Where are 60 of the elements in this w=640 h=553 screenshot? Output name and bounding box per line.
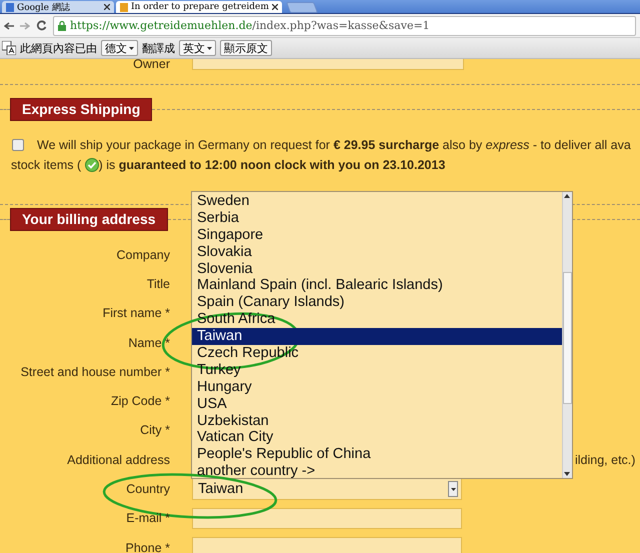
target-language-dropdown[interactable]: 英文: [179, 40, 216, 56]
express-shipping-text: ) is guaranteed to 12:00 noon clock with you on 23.10.2013: [98, 158, 446, 172]
scroll-up-icon[interactable]: [563, 192, 571, 200]
dropdown-option[interactable]: Singapore: [192, 226, 562, 244]
dropdown-option[interactable]: Vatican City: [192, 429, 562, 446]
scrollbar[interactable]: [562, 192, 572, 478]
dropdown-option[interactable]: USA: [192, 396, 562, 413]
lock-icon: [58, 20, 66, 30]
dropdown-option[interactable]: People's Republic of China: [192, 446, 562, 464]
section-heading: Express Shipping: [10, 98, 152, 121]
form-label: First name *: [102, 306, 170, 320]
form-label: Title: [146, 276, 170, 291]
scroll-down-icon[interactable]: [563, 470, 571, 478]
dropdown-option[interactable]: Slovenia: [192, 260, 562, 278]
close-icon[interactable]: [104, 4, 110, 10]
country-select[interactable]: Taiwan: [192, 478, 462, 500]
form-label: Country: [125, 482, 170, 496]
input-field[interactable]: [192, 537, 462, 553]
close-icon[interactable]: [272, 4, 278, 10]
dropdown-option[interactable]: another country ->: [192, 463, 562, 480]
dropdown-option[interactable]: Uzbekistan: [192, 412, 562, 430]
address-bar[interactable]: https://www.getreidemuehlen.de/index.php?was=kasse&save=1: [53, 16, 636, 36]
dropdown-option[interactable]: Slovakia: [192, 244, 562, 261]
form-label: Owner: [132, 59, 170, 70]
translate-joiner: 翻譯成: [142, 42, 175, 56]
section-heading: Your billing address: [10, 208, 168, 231]
translate-icon: [2, 41, 16, 55]
reload-icon[interactable]: [36, 20, 47, 31]
dropdown-option[interactable]: Hungary: [192, 378, 562, 396]
checkmark-icon: [84, 158, 99, 172]
form-label: Zip Code *: [110, 394, 170, 408]
form-label: Street and house number *: [20, 364, 170, 379]
caret-icon: [129, 46, 134, 50]
browser-tab[interactable]: Google 網誌: [2, 1, 114, 13]
form-label: City *: [139, 423, 170, 438]
show-original-button[interactable]: 顯示原文: [220, 40, 272, 56]
country-dropdown-list[interactable]: [191, 191, 573, 479]
express-shipping-text: We will ship your package in Germany on request for € 29.95 surcharge also by express - to deliver all ava: [37, 138, 631, 152]
dropdown-option[interactable]: Mainland Spain (incl. Balearic Islands): [192, 277, 562, 294]
tab-favicon-icon: [120, 2, 128, 12]
dropdown-option[interactable]: Sweden: [192, 193, 562, 210]
browser-tab[interactable]: In order to prepare getreidem: [116, 1, 282, 13]
express-shipping-text: stock items (: [11, 158, 82, 172]
back-arrow-icon[interactable]: [4, 22, 14, 30]
dropdown-option[interactable]: Taiwan: [192, 328, 562, 346]
caret-icon: [450, 488, 456, 491]
express-checkbox[interactable]: [12, 139, 24, 151]
field-hint: ilding, etc.): [575, 452, 636, 467]
dropdown-option[interactable]: Serbia: [192, 210, 562, 227]
owner-field[interactable]: [192, 59, 464, 70]
form-label: Phone *: [124, 540, 170, 553]
dropdown-option[interactable]: Spain (Canary Islands): [192, 294, 562, 312]
input-field[interactable]: [192, 508, 462, 529]
form-label: Company: [116, 248, 170, 262]
translate-message: 此網頁內容已由: [20, 42, 97, 56]
source-language-dropdown[interactable]: 德文: [101, 40, 138, 56]
caret-icon: [207, 46, 212, 50]
form-label: Additional address: [66, 452, 170, 467]
tab-favicon-icon: [6, 2, 14, 12]
form-label: Name *: [127, 336, 170, 350]
